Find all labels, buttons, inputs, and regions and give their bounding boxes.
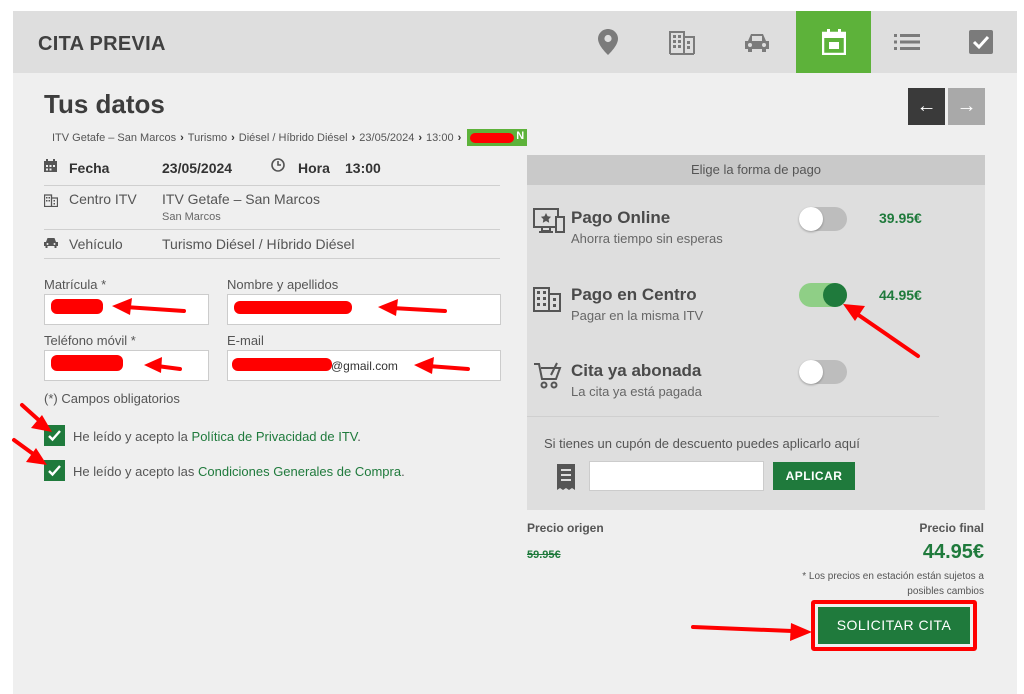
origin-price-label: Precio origen xyxy=(527,521,604,535)
breadcrumb-item: 23/05/2024 xyxy=(359,131,415,144)
time-label: Hora xyxy=(298,160,330,176)
step-vehicle[interactable] xyxy=(719,11,794,73)
privacy-consent-text: He leído y acepto la Política de Privaci… xyxy=(73,429,361,444)
final-price-label: Precio final xyxy=(919,521,984,535)
payment-center-toggle[interactable] xyxy=(799,283,847,307)
calendar-icon xyxy=(821,29,846,55)
required-fields-note: (*) Campos obligatorios xyxy=(44,391,180,406)
phone-label: Teléfono móvil * xyxy=(44,333,136,348)
online-payment-icon xyxy=(533,208,565,233)
center-label: Centro ITV xyxy=(69,191,137,207)
email-label: E-mail xyxy=(227,333,264,348)
toggle-knob xyxy=(799,360,823,384)
final-price-value: 44.95€ xyxy=(922,541,984,563)
building-small-icon xyxy=(44,194,58,207)
check-icon xyxy=(48,430,61,442)
page-frame: CITA PREVIA Tus datos ITV Getafe – San M… xyxy=(13,11,1017,694)
arrow-right-icon: → xyxy=(956,95,977,117)
building-icon xyxy=(668,31,695,55)
payment-prepaid-subtitle: La cita ya está pagada xyxy=(571,384,702,399)
redaction-mark xyxy=(234,301,352,314)
payment-online-price: 39.95€ xyxy=(879,210,922,226)
breadcrumb-item: Turismo xyxy=(187,131,228,144)
checkbox-icon xyxy=(968,30,993,54)
plate-label: Matrícula * xyxy=(44,277,107,292)
phone-input[interactable] xyxy=(44,350,209,381)
price-disclaimer: * Los precios en estación están sujetos … xyxy=(802,571,984,597)
toggle-knob xyxy=(799,207,823,231)
calendar-small-icon xyxy=(44,159,57,172)
time-value: 13:00 xyxy=(345,160,381,176)
arrow-left-icon: ← xyxy=(916,95,937,117)
payment-prepaid-title: Cita ya abonada xyxy=(571,361,702,380)
redaction-mark xyxy=(51,299,103,314)
terms-checkbox[interactable] xyxy=(44,460,65,481)
breadcrumb: ITV Getafe – San Marcos › Turismo › Diésel… xyxy=(52,129,528,146)
redaction-mark xyxy=(232,358,332,371)
coupon-description: Si tienes un cupón de descuento puedes a… xyxy=(544,436,860,451)
terms-consent-text: He leído y acepto las Condiciones Genera… xyxy=(73,464,405,479)
date-value: 23/05/2024 xyxy=(162,160,233,176)
payment-online-subtitle: Ahorra tiempo sin esperas xyxy=(571,231,723,246)
step-location[interactable] xyxy=(570,11,645,73)
payment-panel-header: Elige la forma de pago xyxy=(527,155,985,185)
payment-panel: Elige la forma de pago Pago Online Ahorr… xyxy=(527,155,985,510)
breadcrumb-item: Diésel / Híbrido Diésel xyxy=(238,131,348,144)
origin-price-value: 59.95€ xyxy=(527,549,561,561)
summary-vehicle-row: Vehículo Turismo Diésel / Híbrido Diésel xyxy=(44,230,500,259)
step-center[interactable] xyxy=(644,11,719,73)
payment-online-toggle[interactable] xyxy=(799,207,847,231)
cart-icon xyxy=(534,362,562,389)
check-icon xyxy=(48,465,61,477)
list-icon xyxy=(893,34,920,50)
terms-link[interactable]: Condiciones Generales de Compra xyxy=(198,464,401,479)
redaction-mark xyxy=(51,355,123,371)
summary-center-row: Centro ITV ITV Getafe – San Marcos San M… xyxy=(44,186,500,230)
apply-coupon-button[interactable]: APLICAR xyxy=(773,462,855,490)
privacy-policy-link[interactable]: Política de Privacidad de ITV xyxy=(192,429,358,444)
payment-online-title: Pago Online xyxy=(571,208,671,227)
redaction-mark xyxy=(470,133,515,143)
payment-center-price: 44.95€ xyxy=(879,287,922,303)
payment-prepaid-toggle[interactable] xyxy=(799,360,847,384)
email-input[interactable]: @gmail.com xyxy=(227,350,501,381)
step-details[interactable] xyxy=(869,11,944,73)
panel-divider xyxy=(527,416,939,417)
payment-center-subtitle: Pagar en la misma ITV xyxy=(571,308,704,323)
request-appointment-button[interactable]: SOLICITAR CITA xyxy=(818,607,970,644)
name-label: Nombre y apellidos xyxy=(227,277,339,292)
vehicle-value: Turismo Diésel / Híbrido Diésel xyxy=(162,236,355,252)
payment-center-title: Pago en Centro xyxy=(571,285,697,304)
date-label: Fecha xyxy=(69,160,110,176)
page-title: Tus datos xyxy=(44,89,165,119)
building-icon xyxy=(533,287,561,312)
top-bar: CITA PREVIA xyxy=(13,11,1017,73)
car-small-icon xyxy=(44,238,58,248)
summary-date-row: Fecha 23/05/2024 Hora 13:00 xyxy=(44,156,500,186)
center-subvalue: San Marcos xyxy=(162,211,221,223)
next-step-button[interactable]: → xyxy=(948,88,985,125)
step-confirm[interactable] xyxy=(943,11,1018,73)
coupon-receipt-icon xyxy=(557,464,575,490)
brand-title: CITA PREVIA xyxy=(38,33,166,55)
name-input[interactable] xyxy=(227,294,501,325)
coupon-input[interactable] xyxy=(589,461,764,491)
plate-input[interactable] xyxy=(44,294,209,325)
privacy-checkbox[interactable] xyxy=(44,425,65,446)
breadcrumb-item: 13:00 xyxy=(426,131,454,144)
car-icon xyxy=(744,34,769,52)
vehicle-label: Vehículo xyxy=(69,236,123,252)
map-pin-icon xyxy=(597,29,618,55)
center-value: ITV Getafe – San Marcos xyxy=(162,191,320,207)
previous-step-button[interactable]: ← xyxy=(908,88,945,125)
step-date[interactable] xyxy=(796,11,871,73)
clock-icon xyxy=(271,158,285,172)
email-value: @gmail.com xyxy=(331,359,398,373)
breadcrumb-item: ITV Getafe – San Marcos xyxy=(52,131,177,144)
toggle-knob xyxy=(823,283,847,307)
breadcrumb-current-chip: N xyxy=(467,129,528,146)
